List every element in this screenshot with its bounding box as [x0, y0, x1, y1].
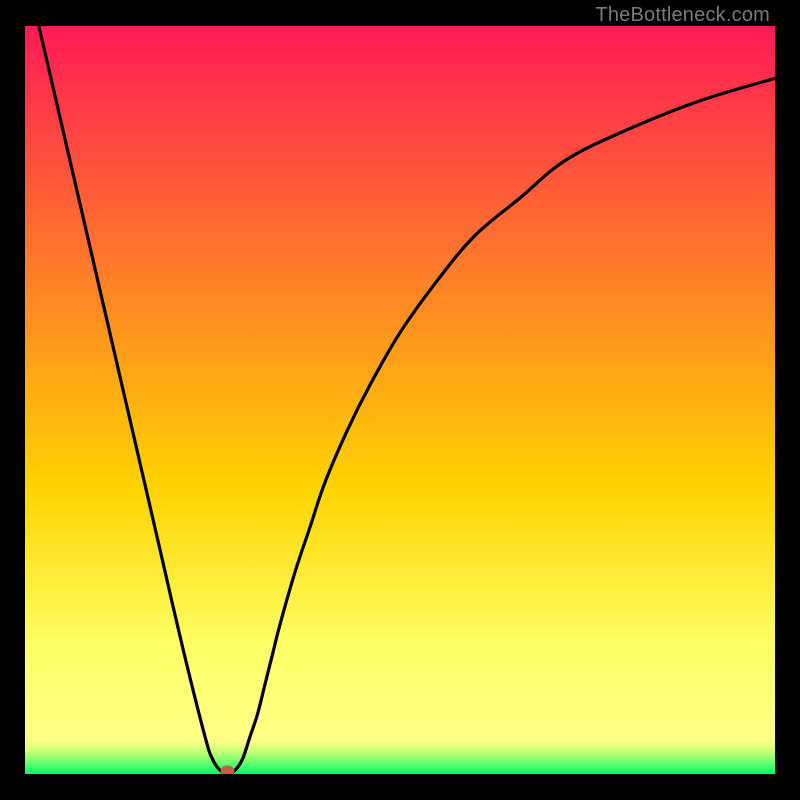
gradient-background [25, 26, 775, 774]
plot-frame [25, 26, 775, 774]
attribution-text: TheBottleneck.com [595, 4, 770, 27]
bottleneck-chart [25, 26, 775, 774]
